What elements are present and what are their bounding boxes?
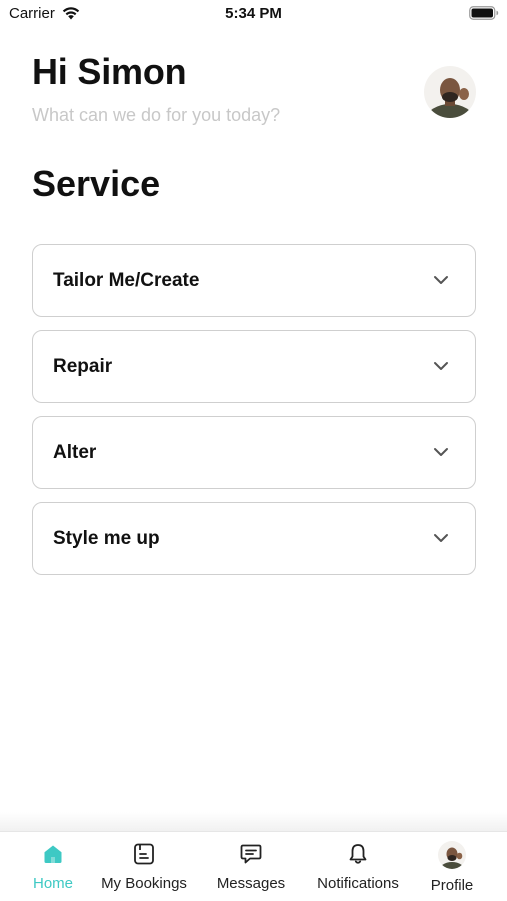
tab-notifications[interactable]: Notifications bbox=[306, 832, 410, 901]
service-label: Alter bbox=[53, 442, 97, 463]
chevron-down-icon bbox=[434, 534, 448, 542]
tab-home[interactable]: Home bbox=[22, 832, 84, 901]
service-label: Repair bbox=[53, 356, 113, 377]
tab-messages[interactable]: Messages bbox=[206, 832, 296, 901]
tab-label-messages: Messages bbox=[216, 875, 286, 892]
tab-label-notifications: Notifications bbox=[317, 875, 399, 892]
greeting-title: Hi Simon bbox=[32, 51, 187, 92]
message-icon bbox=[240, 844, 262, 864]
home-icon bbox=[44, 845, 62, 863]
tab-label-my-bookings: My Bookings bbox=[101, 875, 187, 892]
chevron-down-icon bbox=[434, 276, 448, 284]
tab-label-home: Home bbox=[32, 875, 73, 892]
tab-bar-shadow bbox=[0, 812, 507, 832]
tab-label-profile: Profile bbox=[430, 877, 474, 894]
service-card-tailor[interactable]: Tailor Me/Create bbox=[32, 244, 476, 317]
tab-profile[interactable]: Profile bbox=[420, 832, 484, 901]
bookings-icon bbox=[134, 843, 154, 865]
profile-avatar bbox=[438, 841, 466, 869]
service-card-style[interactable]: Style me up bbox=[32, 502, 476, 575]
status-bar: Carrier 5:34 PM bbox=[0, 0, 507, 30]
section-title: Service bbox=[32, 163, 161, 204]
chevron-down-icon bbox=[434, 448, 448, 456]
service-card-repair[interactable]: Repair bbox=[32, 330, 476, 403]
service-list: Tailor Me/Create Repair Alter Style me u… bbox=[32, 244, 476, 588]
service-label: Style me up bbox=[53, 528, 160, 549]
status-time: 5:34 PM bbox=[225, 5, 282, 22]
service-label: Tailor Me/Create bbox=[53, 270, 200, 291]
battery-icon bbox=[469, 6, 499, 20]
chevron-down-icon bbox=[434, 362, 448, 370]
bottom-tab-bar: Home My Bookings Messages Notifications bbox=[0, 831, 507, 901]
user-avatar[interactable] bbox=[424, 66, 476, 118]
bell-icon bbox=[349, 844, 367, 864]
service-card-alter[interactable]: Alter bbox=[32, 416, 476, 489]
greeting-subtitle: What can we do for you today? bbox=[32, 105, 281, 125]
tab-my-bookings[interactable]: My Bookings bbox=[94, 832, 194, 901]
avatar-image bbox=[424, 66, 476, 118]
